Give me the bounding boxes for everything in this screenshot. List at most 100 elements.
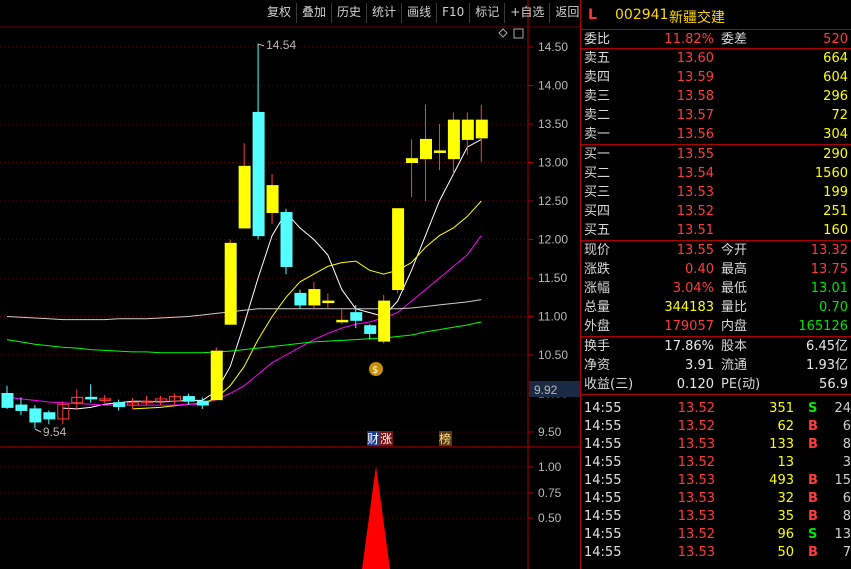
stat-value: 13.01 — [810, 281, 848, 296]
y-axis-label: 9.50 — [538, 425, 562, 439]
toolbar-button[interactable]: 历史 — [332, 3, 368, 23]
event-tag: 涨 — [380, 431, 392, 446]
ask-price: 13.56 — [676, 127, 714, 142]
diff-value: 520 — [823, 32, 848, 47]
stat-label: 涨幅 — [584, 281, 611, 296]
candle-body — [322, 300, 335, 304]
bid-label: 买三 — [584, 185, 611, 200]
ask-label: 卖一 — [584, 127, 611, 142]
tick-time: 14:55 — [584, 527, 622, 542]
bid-row[interactable]: 买四 13.52 251 — [581, 202, 851, 221]
bid-row[interactable]: 买五 13.51 160 — [581, 221, 851, 240]
y-axis-label: 13.00 — [538, 156, 568, 170]
ask-price: 13.58 — [676, 89, 714, 104]
candle-body — [475, 119, 488, 139]
tick-price: 13.52 — [677, 419, 715, 434]
toolbar-button[interactable]: 统计 — [367, 3, 403, 23]
tick-time: 14:55 — [584, 437, 622, 452]
tick-list[interactable]: 14:55 13.52 351 S 24 14:55 13.52 62 B 6 14:55 13.53… — [581, 400, 851, 562]
indicator-axis-label: 1.00 — [538, 460, 562, 474]
tick-price: 13.52 — [677, 455, 715, 470]
window-icon — [513, 28, 524, 39]
tick-time: 14:55 — [584, 473, 622, 488]
tick-row[interactable]: 14:55 13.53 493 B 15 — [581, 472, 851, 490]
fundamental-row: 收益(三) 0.120 PE(动) 56.9 — [581, 375, 851, 394]
stat-row: 现价 13.55 今开 13.32 — [581, 241, 851, 260]
ask-row[interactable]: 卖三 13.58 296 — [581, 87, 851, 106]
candle-body — [294, 292, 307, 306]
tick-count: 7 — [842, 545, 851, 560]
tick-time: 14:55 — [584, 545, 622, 560]
candle-body — [43, 412, 56, 420]
fundamental-value: 17.86% — [664, 339, 714, 354]
ask-row[interactable]: 卖五 13.60 664 — [581, 49, 851, 68]
bid-label: 买一 — [584, 147, 611, 162]
toolbar-button[interactable]: F10 — [437, 3, 471, 23]
tick-row[interactable]: 14:55 13.52 351 S 24 — [581, 400, 851, 418]
ratio-label: 委比 — [584, 32, 611, 47]
ask-row[interactable]: 卖二 13.57 72 — [581, 106, 851, 125]
tick-side: B — [808, 437, 818, 452]
fundamental-label: 收益(三) — [584, 377, 634, 392]
tick-time: 14:55 — [584, 419, 622, 434]
bid-row[interactable]: 买一 13.55 290 — [581, 145, 851, 164]
toolbar-button[interactable]: 复权 — [262, 3, 298, 23]
stat-label: 最高 — [721, 262, 748, 277]
y-axis-label: 14.50 — [538, 40, 568, 54]
tick-side: B — [808, 545, 818, 560]
kline-chart[interactable]: 14.50 14.00 13.50 13.00 12.50 12.00 11.50 11.00… — [0, 0, 580, 569]
toolbar-button[interactable]: 标记 — [470, 3, 506, 23]
bid-label: 买二 — [584, 166, 611, 181]
tick-row[interactable]: 14:55 13.53 50 B 7 — [581, 544, 851, 562]
tick-price: 13.53 — [677, 473, 715, 488]
tick-row[interactable]: 14:55 13.52 62 B 6 — [581, 418, 851, 436]
bid-row[interactable]: 买二 13.54 1560 — [581, 164, 851, 183]
money-bag-symbol: $ — [372, 365, 378, 376]
signal-spike — [362, 466, 390, 569]
stat-row: 涨跌 0.40 最高 13.75 — [581, 260, 851, 279]
tick-row[interactable]: 14:55 13.53 32 B 6 — [581, 490, 851, 508]
bid-book: 买一 13.55 290 买二 13.54 1560 买三 13.53 199 买四 13.52 25… — [581, 145, 851, 241]
fundamental-value: 6.45亿 — [806, 339, 848, 354]
stat-value: 3.04% — [672, 281, 714, 296]
ask-row[interactable]: 卖四 13.59 604 — [581, 68, 851, 87]
tick-side: B — [808, 419, 818, 434]
toolbar-button[interactable]: +自选 — [505, 3, 551, 23]
toolbar-button[interactable]: 叠加 — [297, 3, 333, 23]
stock-code[interactable]: 002941 — [615, 7, 668, 23]
tick-volume: 50 — [777, 545, 794, 560]
candle-body — [461, 119, 474, 140]
candle-body — [433, 150, 446, 153]
stock-name[interactable]: 新疆交建 — [669, 7, 725, 27]
diff-label: 委差 — [721, 32, 748, 47]
candle-body — [392, 208, 405, 291]
stat-label: 涨跌 — [584, 262, 611, 277]
tick-side: B — [808, 491, 818, 506]
candle-body — [15, 404, 28, 411]
fundamental-label: 股本 — [721, 339, 748, 354]
stat-label: 总量 — [584, 300, 611, 315]
bid-row[interactable]: 买三 13.53 199 — [581, 183, 851, 202]
tick-row[interactable]: 14:55 13.53 133 B 8 — [581, 436, 851, 454]
stat-row: 涨幅 3.04% 最低 13.01 — [581, 279, 851, 298]
bid-volume: 1560 — [814, 166, 848, 181]
y-axis-label: 11.00 — [538, 310, 567, 324]
bid-price: 13.54 — [676, 166, 714, 181]
bid-volume: 199 — [823, 185, 848, 200]
tick-row[interactable]: 14:55 13.52 96 S 13 — [581, 526, 851, 544]
ask-row[interactable]: 卖一 13.56 304 — [581, 125, 851, 144]
indicator-axis-label: 0.75 — [538, 486, 562, 500]
stat-label: 量比 — [721, 300, 748, 315]
candle-body — [420, 138, 432, 160]
quote-panel: L 002941 新疆交建 委比 11.82% 委差 520 卖五 13.60 66… — [580, 0, 851, 569]
ask-label: 卖四 — [584, 70, 611, 85]
fundamental-label: PE(动) — [721, 377, 761, 392]
toolbar-button[interactable]: 画线 — [402, 3, 438, 23]
candle-body — [252, 111, 265, 237]
tick-row[interactable]: 14:55 13.53 35 B 8 — [581, 508, 851, 526]
tick-row[interactable]: 14:55 13.52 13 3 — [581, 454, 851, 472]
bid-label: 买五 — [584, 223, 611, 238]
tick-time: 14:55 — [584, 455, 622, 470]
fundamental-label: 换手 — [584, 339, 611, 354]
fundamental-value: 56.9 — [819, 377, 848, 392]
